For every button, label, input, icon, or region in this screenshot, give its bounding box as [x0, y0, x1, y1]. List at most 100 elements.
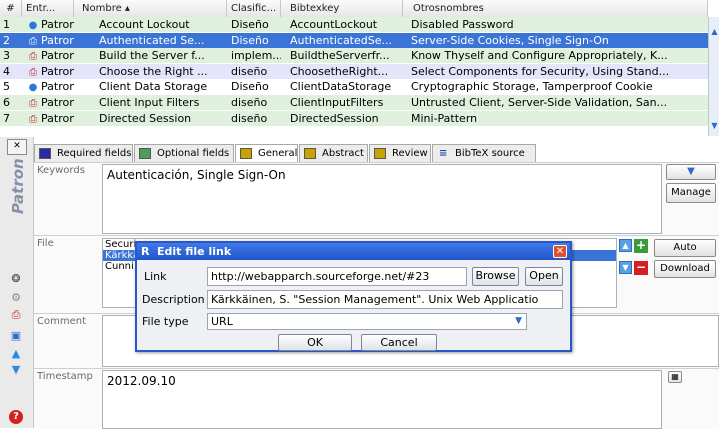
- browse-button[interactable]: Browse: [472, 267, 519, 286]
- col-header-bibtexkey[interactable]: Bibtexkey: [281, 0, 403, 17]
- tab-general[interactable]: General: [235, 144, 298, 163]
- calendar-icon[interactable]: ▦: [668, 371, 682, 383]
- pdf-icon[interactable]: ⎙: [27, 96, 39, 110]
- tab-review[interactable]: Review: [369, 144, 431, 162]
- row-otrosnombres: Select Components for Security, Using St…: [411, 64, 670, 78]
- keywords-input[interactable]: Autenticación, Single Sign-On: [102, 164, 662, 234]
- row-nombre: Choose the Right ...: [99, 64, 208, 78]
- row-bibtexkey: ClientInputFilters: [290, 96, 384, 109]
- timestamp-label: Timestamp: [37, 371, 93, 382]
- table-row[interactable]: 2 ⎙ Patron Authenticated Se... Diseño Authent…: [0, 32, 708, 48]
- scroll-up-icon[interactable]: ▲: [710, 27, 719, 36]
- tab-label: Review: [392, 148, 428, 159]
- row-otrosnombres: Cryptographic Storage, Tamperproof Cooki…: [411, 80, 653, 94]
- download-button[interactable]: Download: [654, 260, 716, 278]
- entry-type-text: Patron: [41, 64, 74, 78]
- filetype-select[interactable]: URL ▼: [207, 313, 527, 330]
- col-header-otrosnombres[interactable]: Otrosnombres: [403, 0, 708, 17]
- entry-type-text: Patron: [41, 18, 74, 31]
- link-label: Link: [144, 270, 167, 283]
- entry-type-text: Patron: [41, 80, 74, 94]
- pdf-icon[interactable]: ⎙: [27, 65, 39, 79]
- row-otrosnombres: Server-Side Cookies, Single Sign-On: [411, 33, 609, 47]
- row-entry-type: ● Patron: [22, 17, 74, 32]
- entry-type-text: Patron: [41, 49, 74, 63]
- globe-icon[interactable]: ●: [27, 18, 39, 32]
- gear-icon[interactable]: ⚙: [9, 291, 23, 305]
- col-header-nombre[interactable]: Nombre ▴: [74, 0, 227, 17]
- scroll-down-icon[interactable]: ▼: [710, 121, 719, 130]
- pdf-icon[interactable]: ⎙: [9, 308, 23, 322]
- document-icon[interactable]: ▣: [9, 329, 23, 343]
- tab-bibtex-source[interactable]: ≡ BibTeX source: [432, 144, 536, 162]
- close-icon[interactable]: ✕: [553, 245, 567, 258]
- row-clasificacion: Diseño: [231, 80, 269, 94]
- table-row[interactable]: 3 ⎙ Patron Build the Server f... implem... Bu…: [0, 48, 708, 64]
- keywords-field: Keywords Autenticación, Single Sign-On ▼…: [34, 162, 719, 235]
- row-otrosnombres: Know Thyself and Configure Appropriately…: [411, 49, 668, 63]
- row-number: 5: [3, 80, 10, 94]
- tab-required-fields[interactable]: Required fields: [34, 144, 133, 162]
- close-icon[interactable]: ✕: [7, 139, 27, 155]
- table-scrollbar[interactable]: ▲ ▼: [708, 17, 719, 136]
- auto-button[interactable]: Auto: [654, 239, 716, 257]
- move-down-icon[interactable]: ▼: [619, 261, 632, 274]
- help-icon[interactable]: ?: [9, 410, 23, 424]
- remove-icon[interactable]: −: [634, 261, 648, 275]
- col-header-number[interactable]: #: [0, 0, 22, 17]
- row-bibtexkey: ClientDataStorage: [290, 80, 392, 94]
- table-row[interactable]: 4 ⎙ Patron Choose the Right ... diseño Choose…: [0, 63, 708, 79]
- row-entry-type: ● Patron: [22, 79, 74, 94]
- cancel-button[interactable]: Cancel: [361, 334, 437, 351]
- keywords-label: Keywords: [37, 165, 85, 176]
- link-input[interactable]: http://webapparch.sourceforge.net/#23: [207, 267, 467, 286]
- row-number: 1: [3, 18, 10, 31]
- entry-type-text: Patron: [41, 96, 74, 109]
- globe-icon[interactable]: ●: [27, 80, 39, 94]
- tab-abstract[interactable]: Abstract: [299, 144, 368, 162]
- row-nombre: Account Lockout: [99, 18, 190, 31]
- pdf-icon[interactable]: ⎙: [27, 34, 39, 48]
- file-label: File: [37, 238, 54, 249]
- entry-type-text: Patron: [41, 33, 74, 47]
- row-entry-type: ⎙ Patron: [22, 111, 74, 126]
- table-row[interactable]: 1 ● Patron Account Lockout Diseño AccountLock…: [0, 17, 708, 32]
- dialog-titlebar[interactable]: R Edit file link: [137, 243, 570, 260]
- row-otrosnombres: Disabled Password: [411, 18, 514, 31]
- row-nombre: Client Data Storage: [99, 80, 208, 94]
- move-up-icon[interactable]: ▲: [619, 239, 632, 252]
- row-bibtexkey: BuildtheServerfr...: [290, 49, 390, 63]
- previous-entry-icon[interactable]: ▲: [9, 347, 23, 361]
- row-clasificacion: diseño: [231, 64, 268, 78]
- entry-type-label: Patron: [9, 158, 27, 214]
- manage-button[interactable]: Manage: [666, 183, 716, 203]
- col-header-clasificacion[interactable]: Clasific...: [227, 0, 281, 17]
- open-button[interactable]: Open: [525, 267, 563, 286]
- table-row[interactable]: 5 ● Patron Client Data Storage Diseño ClientD…: [0, 79, 708, 95]
- chevron-down-icon[interactable]: ▼: [515, 314, 522, 329]
- row-bibtexkey: ChoosetheRight...: [290, 64, 389, 78]
- pdf-icon[interactable]: ⎙: [27, 49, 39, 63]
- tab-label: BibTeX source: [455, 148, 525, 159]
- table-row[interactable]: 6 ⎙ Patron Client Input Filters diseño Client…: [0, 95, 708, 110]
- col-header-entrytype[interactable]: Entr...: [22, 0, 74, 17]
- row-nombre: Directed Session: [99, 111, 192, 125]
- color-swatch-icon: [374, 148, 386, 159]
- next-entry-icon[interactable]: ▼: [9, 363, 23, 377]
- keywords-dropdown[interactable]: ▼: [666, 164, 716, 180]
- tools-icon[interactable]: ❂: [9, 272, 23, 286]
- timestamp-input[interactable]: 2012.09.10: [102, 370, 662, 429]
- table-row[interactable]: 7 ⎙ Patron Directed Session diseño DirectedSe…: [0, 110, 708, 126]
- description-input[interactable]: Kärkkäinen, S. "Session Management". Uni…: [207, 290, 563, 309]
- color-swatch-icon: [240, 148, 252, 159]
- app-icon: R: [141, 245, 150, 258]
- entry-table: # Entr... Nombre ▴ Clasific... Bibtexkey…: [0, 0, 719, 136]
- row-entry-type: ⎙ Patron: [22, 48, 74, 63]
- row-number: 2: [3, 33, 10, 47]
- tab-optional-fields[interactable]: Optional fields: [134, 144, 234, 162]
- ok-button[interactable]: OK: [278, 334, 352, 351]
- row-clasificacion: implem...: [231, 49, 281, 63]
- add-icon[interactable]: +: [634, 239, 648, 253]
- pdf-icon[interactable]: ⎙: [27, 112, 39, 126]
- tab-label: Optional fields: [157, 148, 230, 159]
